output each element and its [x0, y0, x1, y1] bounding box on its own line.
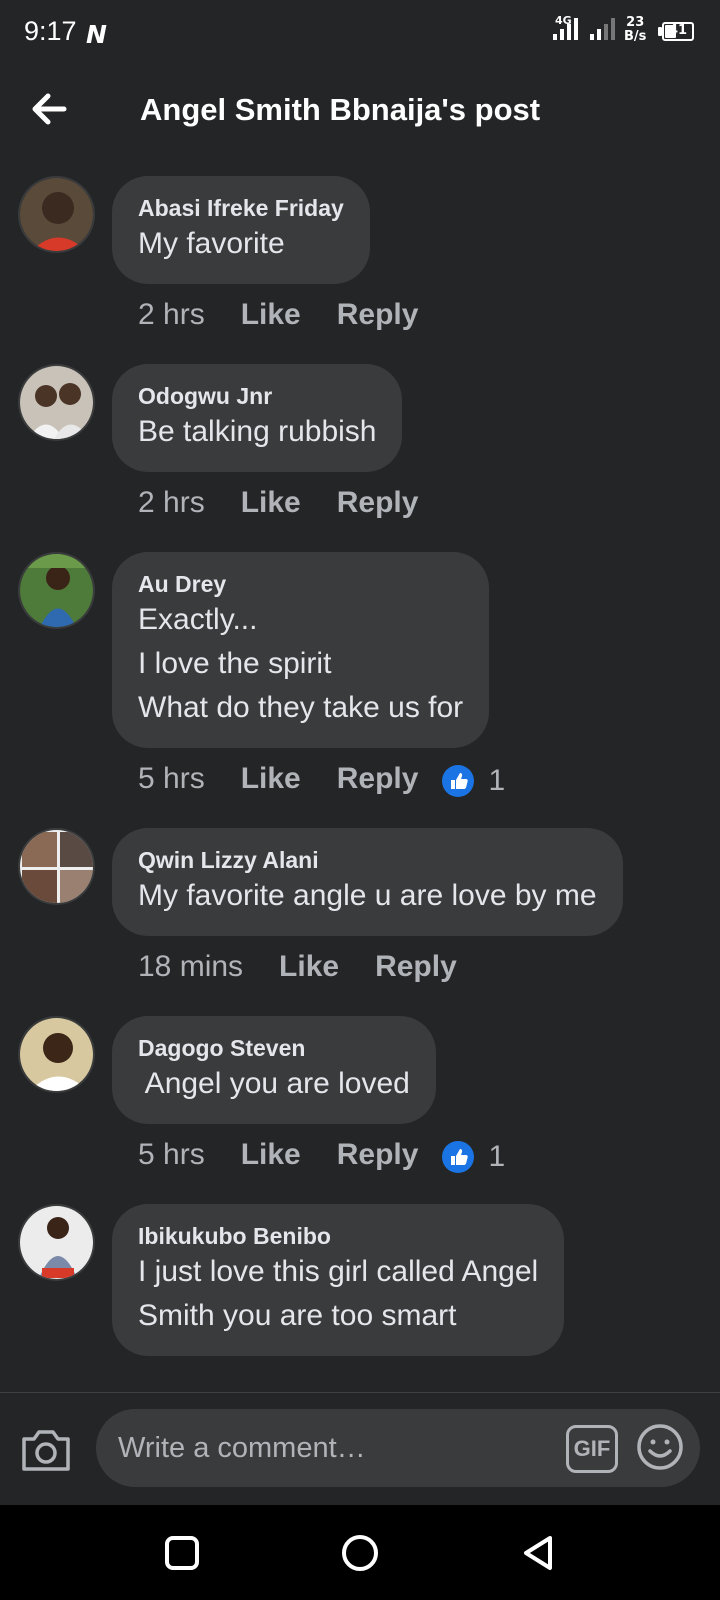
comment-actions: 2 hrs Like Reply: [138, 298, 418, 332]
post-header: Angel Smith Bbnaija's post: [0, 64, 720, 160]
like-button[interactable]: Like: [241, 762, 301, 795]
comment-text: Angel you are loved: [138, 1067, 410, 1100]
comment-time[interactable]: 18 mins: [138, 950, 243, 983]
comment-bubble[interactable]: Abasi Ifreke Friday My favorite: [112, 176, 370, 284]
reaction-count: 1: [488, 1139, 506, 1173]
avatar[interactable]: [18, 828, 95, 905]
comment-author[interactable]: Odogwu Jnr: [138, 382, 376, 410]
comment-text: I just love this girl called Angel Smith…: [138, 1255, 539, 1332]
comment-author[interactable]: Abasi Ifreke Friday: [138, 194, 344, 222]
page-title: Angel Smith Bbnaija's post: [140, 92, 541, 127]
back-arrow-icon[interactable]: [28, 88, 70, 130]
like-reaction-icon: [442, 1140, 475, 1173]
reaction-summary[interactable]: 1: [442, 763, 505, 798]
like-button[interactable]: Like: [241, 486, 301, 519]
nav-circle-icon[interactable]: [340, 1533, 380, 1573]
status-time: 9:17: [24, 16, 77, 46]
gif-icon[interactable]: GIF: [566, 1425, 618, 1473]
comment-actions: 5 hrs Like Reply 1: [138, 762, 505, 798]
reply-button[interactable]: Reply: [337, 1138, 419, 1171]
avatar[interactable]: [18, 364, 95, 441]
data-speed-value: 23: [626, 15, 645, 30]
comment-composer: GIF: [0, 1393, 720, 1505]
data-speed: 23 B/s: [624, 16, 646, 44]
comment-author[interactable]: Dagogo Steven: [138, 1034, 410, 1062]
comment-text: My favorite angle u are love by me: [138, 879, 597, 912]
avatar[interactable]: [18, 552, 95, 629]
comment-time[interactable]: 5 hrs: [138, 1138, 205, 1171]
avatar[interactable]: [18, 1016, 95, 1093]
comment-author[interactable]: Qwin Lizzy Alani: [138, 846, 597, 874]
reply-button[interactable]: Reply: [375, 950, 457, 983]
like-button[interactable]: Like: [241, 1138, 301, 1171]
signal-strength-icon: [553, 18, 583, 40]
reply-button[interactable]: Reply: [337, 762, 419, 795]
comment-author[interactable]: Au Drey: [138, 570, 463, 598]
comment-actions: 5 hrs Like Reply 1: [138, 1138, 505, 1174]
comment-bubble[interactable]: Dagogo Steven Angel you are loved: [112, 1016, 436, 1124]
nav-triangle-icon[interactable]: [518, 1533, 558, 1573]
status-bar: 9:17 N 4G 23 B/s 41: [0, 0, 720, 64]
notification-n-icon: N: [86, 20, 107, 49]
like-reaction-icon: [442, 764, 475, 797]
nav-square-icon[interactable]: [162, 1533, 202, 1573]
comment-time[interactable]: 5 hrs: [138, 762, 205, 795]
camera-icon[interactable]: [20, 1427, 72, 1473]
signal-strength-2-icon: [590, 18, 620, 40]
reply-button[interactable]: Reply: [337, 298, 419, 331]
comment-bubble[interactable]: Ibikukubo Benibo I just love this girl c…: [112, 1204, 565, 1356]
like-button[interactable]: Like: [241, 298, 301, 331]
battery-icon: 41: [662, 22, 694, 41]
comment-time[interactable]: 2 hrs: [138, 298, 205, 331]
battery-level-text: 41: [668, 23, 688, 38]
data-speed-unit: B/s: [624, 29, 647, 44]
avatar[interactable]: [18, 176, 95, 253]
reaction-count: 1: [488, 763, 506, 797]
comment-time[interactable]: 2 hrs: [138, 486, 205, 519]
comment-actions: 2 hrs Like Reply: [138, 486, 418, 520]
reply-button[interactable]: Reply: [337, 486, 419, 519]
comment-author[interactable]: Ibikukubo Benibo: [138, 1222, 538, 1250]
emoji-icon[interactable]: [636, 1423, 684, 1471]
reaction-summary[interactable]: 1: [442, 1139, 505, 1174]
comment-text: Exactly... I love the spirit What do the…: [138, 603, 464, 724]
system-nav-bar: [0, 1505, 720, 1600]
avatar[interactable]: [18, 1204, 95, 1281]
comment-bubble[interactable]: Qwin Lizzy Alani My favorite angle u are…: [112, 828, 623, 936]
comment-actions: 18 mins Like Reply: [138, 950, 457, 984]
comment-bubble[interactable]: Au Drey Exactly... I love the spirit Wha…: [112, 552, 490, 748]
like-button[interactable]: Like: [279, 950, 339, 983]
comment-text: Be talking rubbish: [138, 415, 377, 448]
comment-bubble[interactable]: Odogwu Jnr Be talking rubbish: [112, 364, 403, 472]
comment-text: My favorite: [138, 227, 285, 260]
